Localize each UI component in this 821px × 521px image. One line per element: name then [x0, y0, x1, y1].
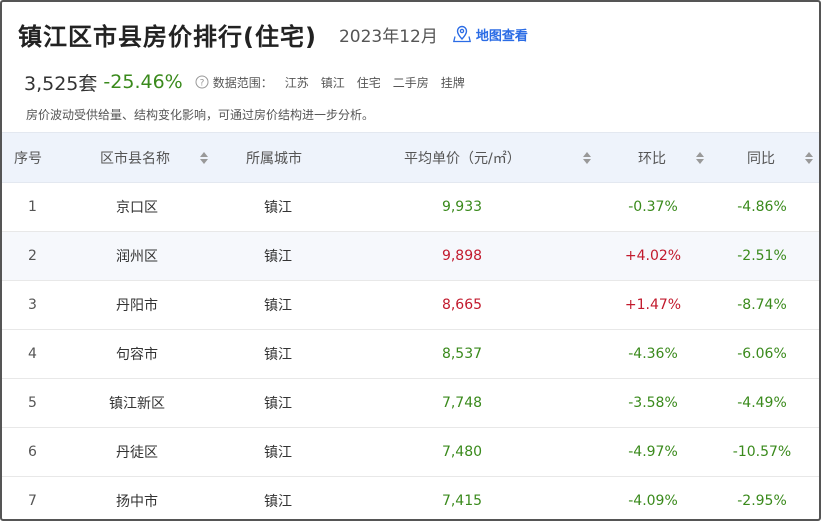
title-row: 镇江区市县房价排行(住宅) 2023年12月 地图查看 [18, 16, 528, 52]
yoy-change-cell: -6.06% [737, 346, 787, 362]
yoy-change-cell: -8.74% [737, 297, 787, 313]
row-index: 6 [28, 444, 37, 460]
average-price: 7,480 [441, 444, 483, 460]
yoy-change: -25.46% [103, 71, 183, 93]
ranking-table: 序号 区市县名称 所属城市 平均单价（元/㎡） 环比 同比 1 京口区 镇江 9… [2, 132, 819, 519]
column-header-city-label: 所属城市 [246, 150, 302, 167]
row-index: 4 [28, 346, 37, 362]
column-header-city: 所属城市 [246, 133, 302, 182]
district-name: 镇江新区 [109, 396, 165, 412]
scope-tag-province: 江苏 [284, 75, 309, 90]
column-header-yoy[interactable]: 同比 [747, 133, 813, 182]
mom-change: -4.36% [628, 346, 678, 362]
average-price: 9,898 [441, 248, 483, 264]
column-header-name[interactable]: 区市县名称 [100, 133, 208, 182]
row-index: 3 [28, 297, 37, 313]
average-price: 8,537 [441, 346, 483, 362]
column-header-index: 序号 [14, 133, 42, 182]
mom-change: -4.09% [628, 493, 678, 509]
sort-icon[interactable] [805, 151, 813, 164]
mom-change: -0.37% [628, 199, 678, 215]
table-row[interactable]: 7 扬中市 镇江 7,415 -4.09% -2.95% [2, 477, 819, 519]
table-row[interactable]: 2 润州区 镇江 9,898 +4.02% -2.51% [2, 232, 819, 281]
table-header: 序号 区市县名称 所属城市 平均单价（元/㎡） 环比 同比 [2, 132, 819, 183]
yoy-change-cell: -2.51% [737, 248, 787, 264]
average-price: 7,748 [441, 395, 483, 411]
city-name: 镇江 [264, 445, 292, 461]
sort-icon[interactable] [582, 151, 591, 164]
sort-icon[interactable] [200, 151, 208, 164]
ranking-panel: 镇江区市县房价排行(住宅) 2023年12月 地图查看 3,525套 -25.4… [0, 0, 821, 521]
summary-row: 3,525套 -25.46% ? 数据范围： 江苏 镇江 住宅 二手房 挂牌 [24, 68, 465, 96]
map-view-link[interactable]: 地图查看 [452, 24, 528, 44]
average-price: 9,933 [441, 199, 483, 215]
average-price: 7,415 [441, 493, 483, 509]
help-icon[interactable]: ? [195, 75, 209, 89]
district-name: 京口区 [116, 200, 158, 216]
city-name: 镇江 [264, 396, 292, 412]
scope-tag-property-type: 住宅 [356, 75, 381, 90]
column-header-yoy-label: 同比 [747, 150, 775, 167]
table-row[interactable]: 3 丹阳市 镇江 8,665 +1.47% -8.74% [2, 281, 819, 330]
column-header-price-label: 平均单价（元/㎡） [404, 150, 521, 167]
scope-tag-city: 镇江 [320, 75, 345, 90]
average-price: 8,665 [441, 297, 483, 313]
district-name: 丹徒区 [116, 445, 158, 461]
yoy-change-cell: -2.95% [737, 493, 787, 509]
city-name: 镇江 [264, 298, 292, 314]
column-header-mom-label: 环比 [638, 150, 666, 167]
page-title: 镇江区市县房价排行(住宅) [18, 22, 317, 51]
row-index: 2 [28, 248, 37, 264]
district-name: 句容市 [116, 347, 158, 363]
mom-change: +4.02% [624, 248, 682, 264]
district-name: 丹阳市 [116, 298, 158, 314]
yoy-change-cell: -4.86% [737, 199, 787, 215]
svg-text:?: ? [199, 79, 204, 89]
district-name: 扬中市 [116, 494, 158, 510]
district-name: 润州区 [116, 249, 158, 265]
row-index: 5 [28, 395, 37, 411]
table-row[interactable]: 5 镇江新区 镇江 7,748 -3.58% -4.49% [2, 379, 819, 428]
map-pin-icon [452, 25, 471, 43]
listing-count: 3,525套 [24, 72, 98, 95]
city-name: 镇江 [264, 249, 292, 265]
column-header-price[interactable]: 平均单价（元/㎡） [404, 133, 591, 182]
yoy-change-cell: -4.49% [737, 395, 787, 411]
mom-change: +1.47% [624, 297, 682, 313]
scope-tag-source: 挂牌 [440, 75, 465, 90]
info-note: 房价波动受供给量、结构变化影响，可通过房价结构进一步分析。 [26, 108, 375, 122]
city-name: 镇江 [264, 200, 292, 216]
report-date: 2023年12月 [338, 26, 438, 47]
sort-icon[interactable] [696, 151, 704, 164]
mom-change: -4.97% [628, 444, 678, 460]
column-header-mom[interactable]: 环比 [638, 133, 704, 182]
city-name: 镇江 [264, 347, 292, 363]
table-row[interactable]: 4 句容市 镇江 8,537 -4.36% -6.06% [2, 330, 819, 379]
column-header-name-label: 区市县名称 [100, 150, 170, 167]
column-header-index-label: 序号 [14, 150, 42, 167]
table-row[interactable]: 1 京口区 镇江 9,933 -0.37% -4.86% [2, 183, 819, 232]
table-row[interactable]: 6 丹徒区 镇江 7,480 -4.97% -10.57% [2, 428, 819, 477]
row-index: 1 [28, 199, 37, 215]
row-index: 7 [28, 493, 37, 509]
city-name: 镇江 [264, 494, 292, 510]
mom-change: -3.58% [628, 395, 678, 411]
scope-tag-market: 二手房 [392, 75, 429, 90]
map-view-label: 地图查看 [475, 28, 528, 44]
scope-label: 数据范围： [212, 75, 273, 90]
yoy-change-cell: -10.57% [732, 444, 792, 460]
